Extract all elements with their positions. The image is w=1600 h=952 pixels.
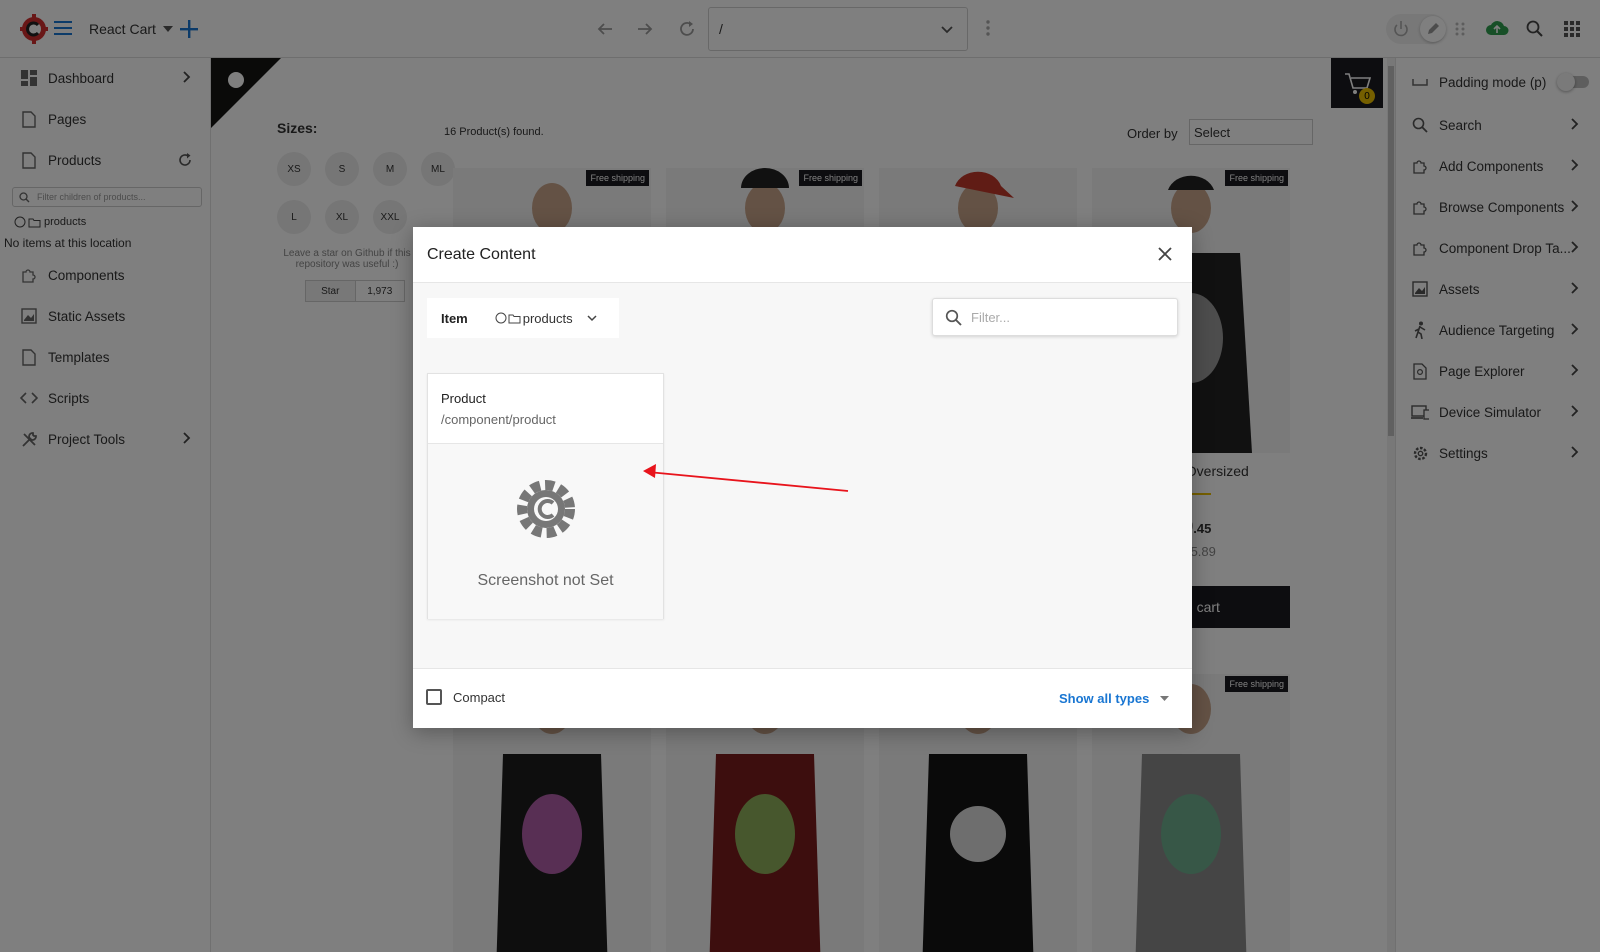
item-label: Item bbox=[441, 310, 468, 326]
dialog-title: Create Content bbox=[427, 246, 536, 263]
screenshot-not-set-text: Screenshot not Set bbox=[477, 572, 614, 589]
annotation-arrow bbox=[643, 464, 849, 492]
checkbox-box[interactable] bbox=[426, 689, 442, 705]
filter-input[interactable]: Filter... bbox=[932, 298, 1178, 336]
folder-label: products bbox=[522, 310, 573, 326]
close-icon[interactable] bbox=[1158, 247, 1172, 261]
radio-icon bbox=[495, 312, 507, 324]
filter-placeholder: Filter... bbox=[971, 309, 1011, 325]
search-icon bbox=[945, 309, 962, 326]
compact-label: Compact bbox=[453, 689, 506, 705]
compact-checkbox[interactable]: Compact bbox=[426, 689, 505, 705]
folder-icon bbox=[508, 314, 521, 323]
location-selector[interactable]: Item products bbox=[427, 298, 619, 338]
dialog-footer: Compact Show all types bbox=[413, 668, 1192, 728]
gear-logo-icon bbox=[516, 474, 576, 544]
dialog-header: Create Content bbox=[413, 227, 1192, 283]
chevron-down-icon bbox=[587, 314, 597, 321]
caret-down-icon bbox=[1160, 696, 1170, 701]
card-path: /component/product bbox=[441, 412, 556, 427]
content-type-card[interactable]: Product /component/product Screenshot no… bbox=[427, 373, 664, 619]
card-screenshot-placeholder: Screenshot not Set bbox=[428, 443, 663, 619]
card-title: Product bbox=[441, 391, 486, 406]
show-all-types-button[interactable]: Show all types bbox=[1059, 691, 1170, 706]
show-all-types-label: Show all types bbox=[1059, 691, 1150, 706]
